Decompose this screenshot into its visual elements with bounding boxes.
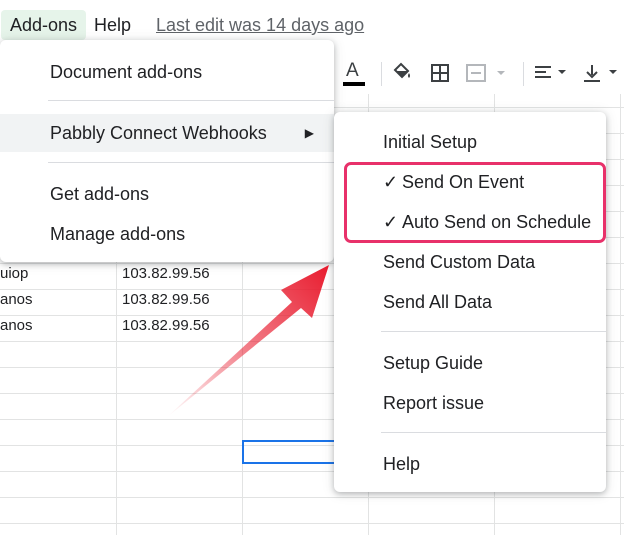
- menu-item-manage-addons[interactable]: Manage add-ons: [0, 215, 334, 253]
- text-color-letter: A: [346, 60, 359, 81]
- menu-item-report-issue[interactable]: Report issue: [334, 384, 606, 422]
- merge-cells-icon: [466, 64, 505, 82]
- text-color-icon: A: [341, 58, 365, 88]
- highlight-box: [344, 162, 606, 243]
- menu-item-document-addons[interactable]: Document add-ons: [0, 53, 334, 91]
- text-color-button[interactable]: A: [338, 58, 368, 88]
- menu-item-label: Pabbly Connect Webhooks: [50, 123, 267, 143]
- cell-a1[interactable]: uiop: [0, 261, 28, 287]
- menu-item-initial-setup[interactable]: Initial Setup: [334, 123, 606, 161]
- borders-icon: [431, 64, 449, 82]
- submenu-arrow-icon: ▶: [304, 126, 314, 140]
- menu-item-help[interactable]: Help: [334, 445, 606, 483]
- menu-divider: [48, 100, 334, 101]
- menu-item-pabbly-connect-webhooks[interactable]: Pabbly Connect Webhooks ▶: [0, 114, 334, 152]
- cell-b2[interactable]: 103.82.99.56: [122, 287, 210, 313]
- selected-cell[interactable]: [242, 440, 338, 464]
- fill-color-icon: [392, 62, 412, 85]
- cell-a3[interactable]: anos: [0, 313, 33, 339]
- menu-item-send-custom-data[interactable]: Send Custom Data: [334, 243, 606, 281]
- last-edit-link[interactable]: Last edit was 14 days ago: [156, 10, 364, 40]
- cell-b1[interactable]: 103.82.99.56: [122, 261, 210, 287]
- merge-cells-button[interactable]: [464, 58, 510, 88]
- menu-item-setup-guide[interactable]: Setup Guide: [334, 344, 606, 382]
- menu-item-send-all-data[interactable]: Send All Data: [334, 283, 606, 321]
- vertical-align-icon: [584, 65, 617, 82]
- menu-divider: [48, 162, 334, 163]
- horizontal-align-button[interactable]: [531, 58, 573, 88]
- fill-color-button[interactable]: [389, 58, 415, 88]
- vertical-align-button[interactable]: [580, 58, 622, 88]
- menu-divider: [381, 432, 606, 433]
- menu-item-get-addons[interactable]: Get add-ons: [0, 175, 334, 213]
- menu-divider: [381, 331, 606, 332]
- cell-a2[interactable]: anos: [0, 287, 33, 313]
- addons-menu: Document add-ons Pabbly Connect Webhooks…: [0, 40, 334, 262]
- menu-help[interactable]: Help: [85, 10, 140, 40]
- toolbar: A: [334, 52, 624, 94]
- menu-addons[interactable]: Add-ons: [1, 10, 87, 40]
- borders-button[interactable]: [427, 58, 453, 88]
- horizontal-align-icon: [535, 66, 566, 78]
- cell-b3[interactable]: 103.82.99.56: [122, 313, 210, 339]
